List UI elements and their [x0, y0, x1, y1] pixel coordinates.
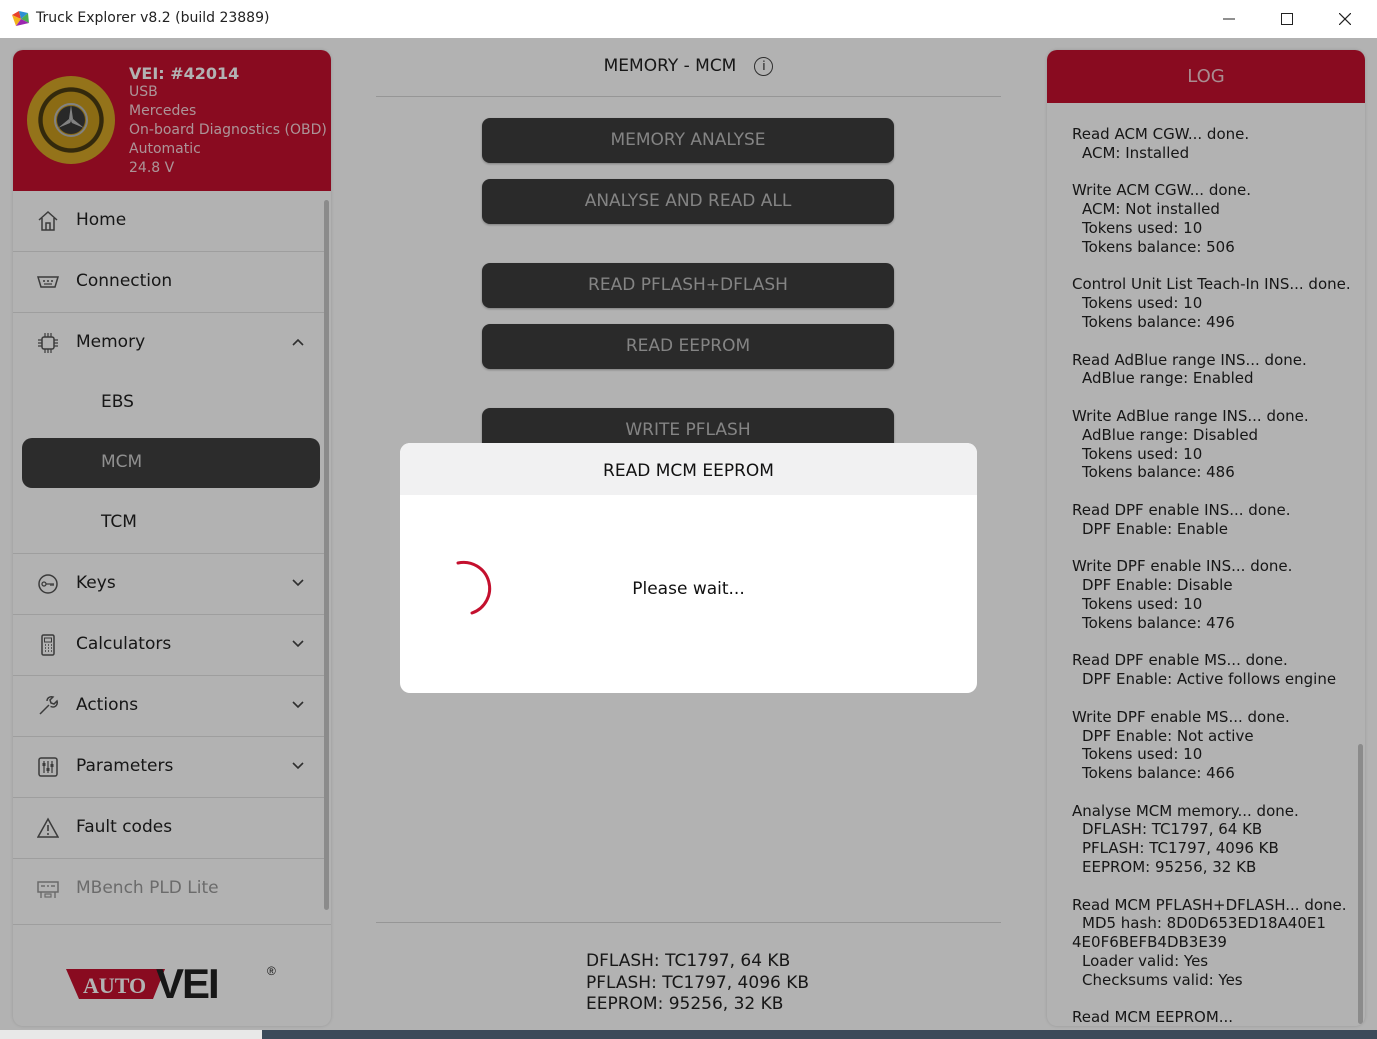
maximize-button[interactable] — [1258, 0, 1316, 38]
title-bar: Truck Explorer v8.2 (build 23889) — [0, 0, 1377, 39]
progress-dialog: READ MCM EEPROM Please wait... — [400, 443, 977, 693]
dialog-message: Please wait... — [632, 579, 745, 599]
close-button[interactable] — [1316, 0, 1374, 38]
minimize-button[interactable] — [1200, 0, 1258, 38]
taskbar-strip — [262, 1030, 1377, 1039]
app-logo-icon — [12, 11, 29, 26]
minimize-icon — [1223, 18, 1235, 20]
dialog-title: READ MCM EEPROM — [400, 443, 977, 495]
window-title: Truck Explorer v8.2 (build 23889) — [36, 10, 270, 26]
maximize-icon — [1281, 13, 1293, 25]
bottom-strip — [0, 1030, 262, 1039]
close-icon — [1339, 13, 1351, 25]
